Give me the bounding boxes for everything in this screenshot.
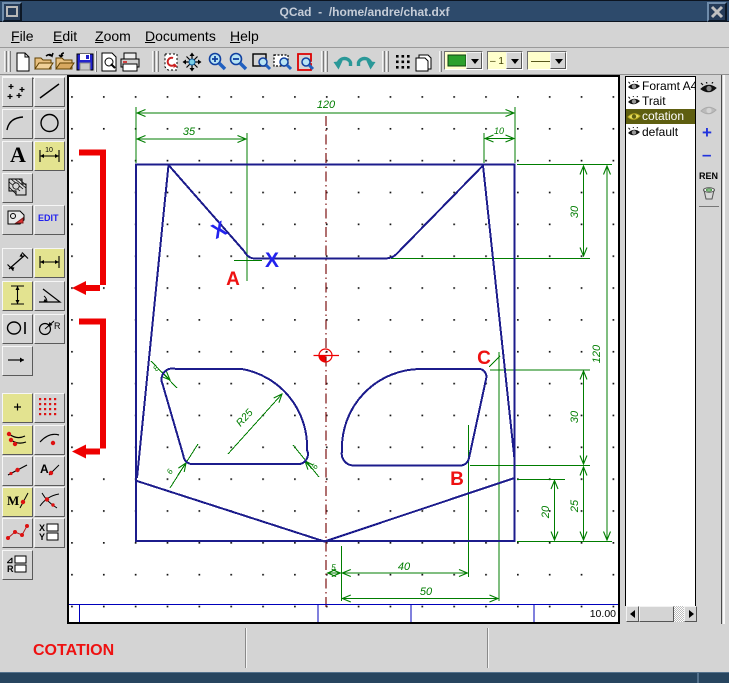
svg-text:C: C (477, 348, 491, 369)
svg-text:10.00: 10.00 (590, 608, 616, 620)
svg-text:B: B (450, 469, 464, 490)
svg-text:20: 20 (540, 505, 552, 519)
svg-text:A: A (40, 462, 49, 476)
svg-text:35: 35 (183, 126, 196, 138)
svg-text:10: 10 (494, 126, 504, 136)
svg-text:40: 40 (398, 561, 411, 573)
svg-text:A: A (226, 269, 240, 290)
svg-text:120: 120 (317, 99, 336, 111)
svg-text:10: 10 (45, 147, 53, 154)
svg-text:M: M (7, 493, 19, 508)
svg-text:R: R (7, 564, 14, 574)
svg-text:30: 30 (569, 410, 581, 423)
svg-text:25: 25 (569, 499, 581, 513)
svg-text:50: 50 (420, 586, 433, 598)
svg-text:30: 30 (569, 205, 581, 218)
svg-text:R: R (54, 321, 61, 331)
svg-text:120: 120 (591, 344, 603, 363)
svg-text:Y: Y (39, 532, 45, 542)
svg-text:X: X (265, 249, 279, 272)
svg-text:5: 5 (331, 563, 336, 572)
